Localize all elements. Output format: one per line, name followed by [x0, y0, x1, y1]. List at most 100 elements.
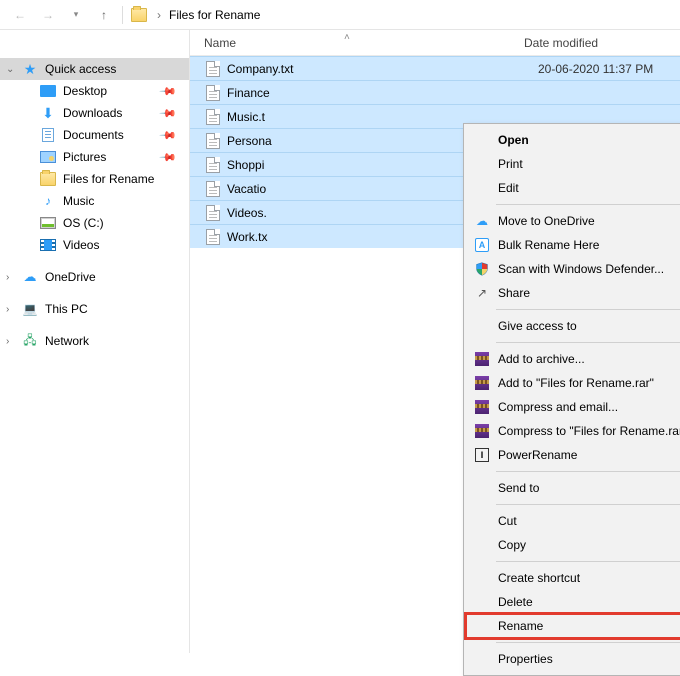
pin-icon: 📌 [159, 104, 178, 123]
sidebar-label: Network [45, 334, 89, 348]
sidebar-label: OS (C:) [63, 216, 104, 230]
cloud-icon: ☁ [473, 214, 491, 228]
rar-icon [475, 376, 489, 390]
sidebar-label: Files for Rename [63, 172, 154, 186]
drive-icon [40, 217, 56, 229]
sidebar-label: Documents [63, 128, 124, 142]
sidebar-item-documents[interactable]: Documents 📌 [0, 124, 189, 146]
sidebar-item-downloads[interactable]: ⬇ Downloads 📌 [0, 102, 189, 124]
menu-edit[interactable]: Edit [466, 176, 680, 200]
file-name: Company.txt [227, 62, 531, 76]
pc-icon: 💻 [22, 301, 38, 317]
menu-compress-email[interactable]: Compress and email... [466, 395, 680, 419]
download-icon: ⬇ [40, 105, 56, 121]
rar-icon [475, 424, 489, 438]
recent-dropdown[interactable]: ▾ [62, 3, 90, 27]
sidebar-item-desktop[interactable]: Desktop 📌 [0, 80, 189, 102]
menu-add-archive[interactable]: Add to archive... [466, 347, 680, 371]
rar-icon [475, 352, 489, 366]
address-bar: ← → ▾ ↑ › Files for Rename [0, 0, 680, 30]
onedrive-icon: ☁ [22, 269, 38, 285]
expand-icon[interactable]: › [6, 272, 9, 283]
text-file-icon [206, 109, 220, 125]
menu-separator [496, 504, 680, 505]
sort-indicator-icon: ˄ [344, 32, 350, 43]
sidebar-item-pictures[interactable]: Pictures 📌 [0, 146, 189, 168]
menu-separator [496, 561, 680, 562]
sidebar-label: Downloads [63, 106, 122, 120]
sidebar-this-pc[interactable]: › 💻 This PC [0, 298, 189, 320]
menu-separator [496, 342, 680, 343]
bulk-rename-icon [475, 238, 489, 252]
menu-separator [496, 642, 680, 643]
menu-rename[interactable]: Rename [466, 614, 680, 638]
menu-delete[interactable]: Delete [466, 590, 680, 614]
chevron-right-icon: › [153, 8, 165, 22]
menu-open[interactable]: Open [466, 128, 680, 152]
menu-compress-rar-email[interactable]: Compress to "Files for Rename.rar" and e… [466, 419, 680, 443]
rar-icon [475, 400, 489, 414]
file-row[interactable]: Company.txt 20-06-2020 11:37 PM [190, 56, 680, 80]
network-icon: 🖧 [22, 333, 38, 349]
expand-icon[interactable]: ⌄ [6, 64, 14, 75]
context-menu: Open Print Edit ☁Move to OneDrive Bulk R… [463, 123, 680, 676]
menu-properties[interactable]: Properties [466, 647, 680, 671]
sidebar-label: OneDrive [45, 270, 96, 284]
text-file-icon [206, 61, 220, 77]
menu-give-access[interactable]: Give access to› [466, 314, 680, 338]
menu-share[interactable]: ↗Share [466, 281, 680, 305]
menu-create-shortcut[interactable]: Create shortcut [466, 566, 680, 590]
file-row[interactable]: Finance [190, 80, 680, 104]
menu-defender-scan[interactable]: Scan with Windows Defender... [466, 257, 680, 281]
sidebar-label: Pictures [63, 150, 106, 164]
menu-send-to[interactable]: Send to› [466, 476, 680, 500]
text-file-icon [206, 229, 220, 245]
pin-icon: 📌 [159, 148, 178, 167]
file-date: 20-06-2020 11:37 PM [538, 62, 653, 76]
breadcrumb-folder[interactable]: Files for Rename [169, 8, 260, 22]
sidebar-label: Desktop [63, 84, 107, 98]
column-headers: Name ˄ Date modified [190, 30, 680, 56]
folder-icon [131, 8, 147, 22]
menu-move-onedrive[interactable]: ☁Move to OneDrive [466, 209, 680, 233]
sidebar-item-files-for-rename[interactable]: Files for Rename [0, 168, 189, 190]
column-header-name[interactable]: Name ˄ [204, 36, 524, 50]
navigation-pane: ⌄ ★ Quick access Desktop 📌 ⬇ Downloads 📌… [0, 30, 190, 653]
shield-icon [473, 262, 491, 276]
expand-icon[interactable]: › [6, 304, 9, 315]
text-file-icon [206, 85, 220, 101]
sidebar-item-music[interactable]: ♪ Music [0, 190, 189, 212]
menu-powerrename[interactable]: IPowerRename [466, 443, 680, 467]
sidebar-onedrive[interactable]: › ☁ OneDrive [0, 266, 189, 288]
menu-cut[interactable]: Cut [466, 509, 680, 533]
back-button[interactable]: ← [6, 3, 34, 27]
folder-icon [40, 172, 56, 186]
text-file-icon [206, 181, 220, 197]
file-name: Music.t [227, 110, 531, 124]
breadcrumb-root[interactable]: › [127, 8, 169, 22]
menu-separator [496, 471, 680, 472]
expand-icon[interactable]: › [6, 336, 9, 347]
sidebar-label: Videos [63, 238, 99, 252]
sidebar-quick-access[interactable]: ⌄ ★ Quick access [0, 58, 189, 80]
sidebar-network[interactable]: › 🖧 Network [0, 330, 189, 352]
sidebar-item-videos[interactable]: Videos [0, 234, 189, 256]
menu-bulk-rename[interactable]: Bulk Rename Here [466, 233, 680, 257]
text-file-icon [206, 205, 220, 221]
file-list-pane: Name ˄ Date modified Company.txt 20-06-20… [190, 30, 680, 653]
menu-separator [496, 309, 680, 310]
text-file-icon [206, 157, 220, 173]
menu-print[interactable]: Print [466, 152, 680, 176]
music-icon: ♪ [40, 193, 56, 209]
menu-add-rar[interactable]: Add to "Files for Rename.rar" [466, 371, 680, 395]
up-button[interactable]: ↑ [90, 3, 118, 27]
pictures-icon [40, 151, 56, 163]
menu-separator [496, 204, 680, 205]
forward-button[interactable]: → [34, 3, 62, 27]
column-header-date[interactable]: Date modified [524, 36, 680, 50]
sidebar-item-os-c[interactable]: OS (C:) [0, 212, 189, 234]
star-icon: ★ [22, 61, 38, 77]
powerrename-icon: I [475, 448, 489, 462]
document-icon [42, 128, 54, 142]
menu-copy[interactable]: Copy [466, 533, 680, 557]
